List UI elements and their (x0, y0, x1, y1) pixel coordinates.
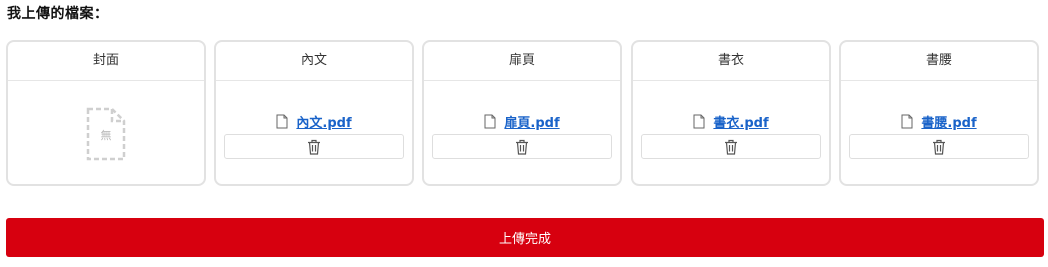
empty-label: 無 (100, 129, 112, 142)
delete-button[interactable] (849, 134, 1029, 159)
trash-icon (307, 139, 321, 155)
empty-file-icon: 無 (86, 107, 126, 161)
file-row: 內文.pdf (216, 111, 412, 131)
card-body-jacket: 書衣.pdf (633, 81, 829, 185)
card-flyleaf: 扉頁 扉頁.pdf (422, 40, 622, 186)
trash-icon (515, 139, 529, 155)
card-body-flyleaf: 扉頁.pdf (424, 81, 620, 185)
uploaded-files-grid: 封面 無 內文 內文.pdf 扉頁 扉頁.pdf 書衣 書衣.pdf 書腰 書腰… (6, 40, 1044, 190)
file-icon (484, 114, 496, 129)
card-belly-band: 書腰 書腰.pdf (839, 40, 1039, 186)
card-body-cover: 無 (8, 81, 204, 185)
upload-complete-button[interactable]: 上傳完成 (6, 218, 1044, 257)
card-jacket: 書衣 書衣.pdf (631, 40, 831, 186)
file-row: 書腰.pdf (841, 111, 1037, 131)
card-header-flyleaf: 扉頁 (424, 42, 620, 81)
file-icon (901, 114, 913, 129)
delete-button[interactable] (432, 134, 612, 159)
card-header-content: 內文 (216, 42, 412, 81)
page-title: 我上傳的檔案： (7, 6, 109, 22)
file-row: 書衣.pdf (633, 111, 829, 131)
file-icon (693, 114, 705, 129)
file-link[interactable]: 書衣.pdf (713, 112, 768, 131)
card-body-belly-band: 書腰.pdf (841, 81, 1037, 185)
trash-icon (724, 139, 738, 155)
card-body-content: 內文.pdf (216, 81, 412, 185)
delete-button[interactable] (641, 134, 821, 159)
file-link[interactable]: 內文.pdf (296, 112, 351, 131)
card-content: 內文 內文.pdf (214, 40, 414, 186)
file-link[interactable]: 書腰.pdf (921, 112, 976, 131)
delete-button[interactable] (224, 134, 404, 159)
card-header-belly-band: 書腰 (841, 42, 1037, 81)
card-header-cover: 封面 (8, 42, 204, 81)
card-cover: 封面 無 (6, 40, 206, 186)
file-link[interactable]: 扉頁.pdf (504, 112, 559, 131)
card-header-jacket: 書衣 (633, 42, 829, 81)
file-row: 扉頁.pdf (424, 111, 620, 131)
trash-icon (932, 139, 946, 155)
file-icon (276, 114, 288, 129)
